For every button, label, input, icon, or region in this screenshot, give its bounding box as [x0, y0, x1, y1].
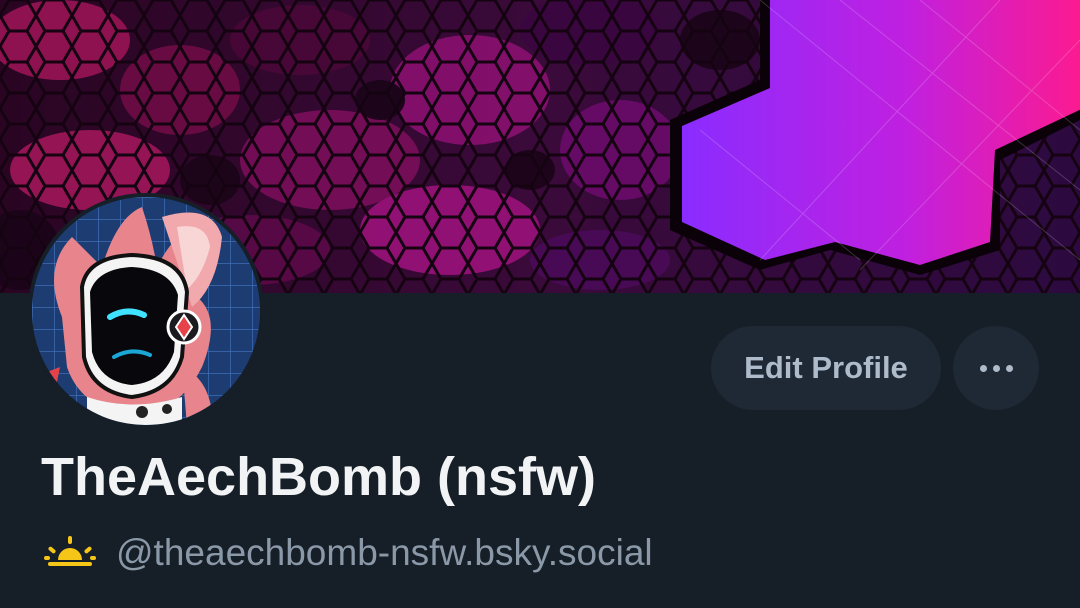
edit-profile-button[interactable]: Edit Profile: [711, 326, 941, 410]
avatar[interactable]: [28, 193, 264, 429]
handle-text: @theaechbomb-nsfw.bsky.social: [116, 532, 653, 573]
ellipsis-dot: [1005, 364, 1013, 372]
handle-row: @theaechbomb-nsfw.bsky.social: [44, 532, 653, 574]
avatar-image: [32, 197, 260, 425]
ellipsis-icon: [979, 364, 1013, 372]
more-options-button[interactable]: [953, 326, 1039, 410]
ellipsis-dot: [979, 364, 987, 372]
profile-page: Edit Profile TheAechBomb (nsfw) @theaech…: [0, 0, 1080, 608]
ellipsis-dot: [992, 364, 1000, 372]
sunrise-icon: [44, 534, 96, 573]
display-name: TheAechBomb (nsfw): [41, 447, 597, 507]
